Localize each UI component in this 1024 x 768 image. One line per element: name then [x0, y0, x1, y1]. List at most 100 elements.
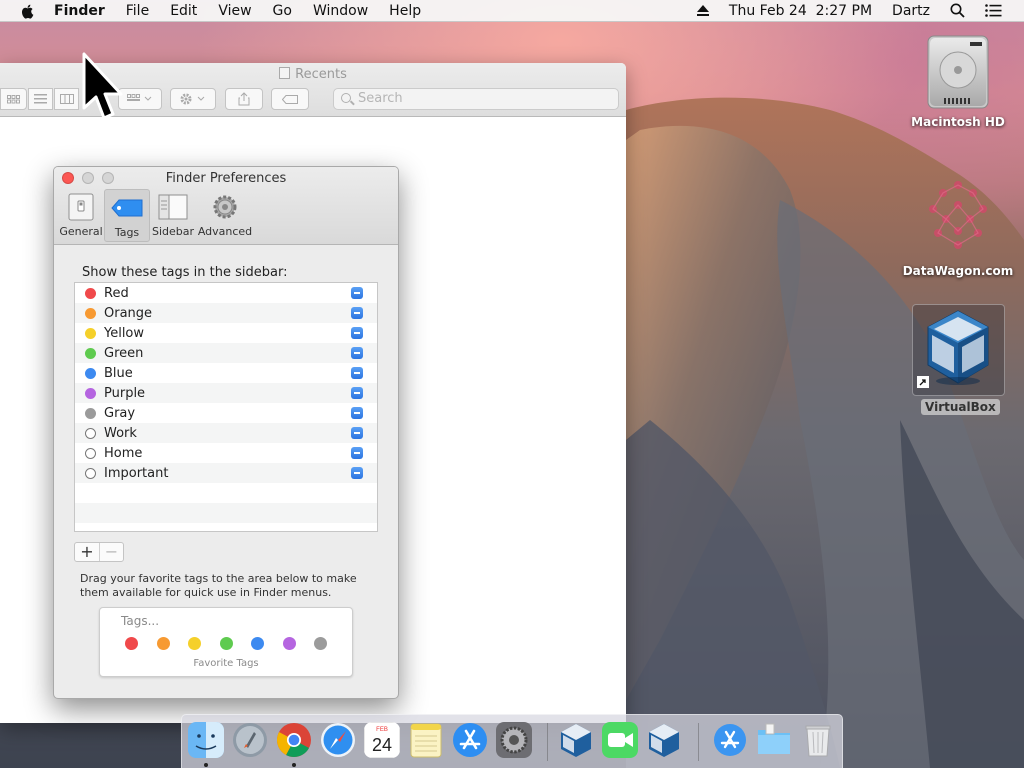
tags-button[interactable]: [271, 88, 309, 110]
tag-checkbox[interactable]: [351, 307, 363, 319]
tag-label: Important: [104, 465, 169, 481]
tag-icon: [111, 199, 143, 217]
safari-icon[interactable]: [320, 722, 356, 758]
favorite-tag-gray[interactable]: [314, 637, 327, 650]
chrome-icon[interactable]: [276, 722, 312, 758]
menu-go[interactable]: Go: [273, 3, 292, 19]
tag-row-red[interactable]: Red: [75, 283, 377, 303]
facetime-icon[interactable]: [602, 722, 638, 758]
menu-user[interactable]: Dartz: [892, 3, 930, 19]
menu-bar: Finder File Edit View Go Window Help Thu…: [0, 0, 1024, 22]
favorite-tag-green[interactable]: [219, 637, 233, 650]
tag-label: Purple: [104, 385, 146, 401]
column-view-button[interactable]: [54, 88, 79, 110]
tag-row-important[interactable]: Important: [75, 463, 377, 483]
favorite-tags-area[interactable]: Tags... Favorite Tags: [99, 607, 353, 677]
menu-app-finder[interactable]: Finder: [54, 3, 105, 19]
tag-row-home[interactable]: Home: [75, 443, 377, 463]
desktop-icon-datawagon[interactable]: DataWagon.com: [902, 175, 1014, 278]
prefs-titlebar: Finder Preferences General Tags Sidebar …: [54, 167, 398, 245]
tag-checkbox[interactable]: [351, 447, 363, 459]
tag-checkbox[interactable]: [351, 407, 363, 419]
group-view-button[interactable]: [118, 88, 162, 110]
eject-icon[interactable]: [696, 5, 709, 16]
calendar-day: 24: [372, 735, 392, 755]
tag-row-blue[interactable]: Blue: [75, 363, 377, 383]
tag-row-work[interactable]: Work: [75, 423, 377, 443]
tag-label: Blue: [104, 365, 133, 381]
finder-icon[interactable]: [188, 722, 224, 758]
remove-tag-button[interactable]: −: [98, 543, 123, 561]
tab-general[interactable]: General: [58, 189, 104, 242]
gear-icon: [180, 93, 205, 105]
search-field-icon: [341, 93, 351, 103]
search-icon[interactable]: [950, 3, 965, 18]
favorites-hint: Drag your favorite tags to the area belo…: [80, 572, 357, 599]
tab-advanced[interactable]: Advanced: [196, 189, 254, 242]
favorite-tags-placeholder: Tags...: [121, 614, 160, 628]
notes-icon[interactable]: [408, 722, 444, 758]
system-preferences-icon[interactable]: [496, 722, 532, 758]
menu-help[interactable]: Help: [389, 3, 421, 19]
action-menu-button[interactable]: [170, 88, 216, 110]
tag-row-orange[interactable]: Orange: [75, 303, 377, 323]
tag-label: Work: [104, 425, 137, 441]
add-tag-button[interactable]: +: [75, 543, 99, 561]
tag-checkbox[interactable]: [351, 467, 363, 479]
datawagon-icon: [929, 181, 987, 249]
favorite-tag-orange[interactable]: [156, 637, 170, 650]
list-icon[interactable]: [985, 4, 1002, 17]
tag-checkbox[interactable]: [351, 287, 363, 299]
app-store-icon[interactable]: [452, 722, 488, 758]
desktop-icon-label: Macintosh HD: [911, 115, 1005, 129]
tag-checkbox[interactable]: [351, 327, 363, 339]
favorite-tag-blue[interactable]: [251, 637, 264, 650]
search-field[interactable]: Search: [333, 88, 619, 110]
favorite-tag-dots: [125, 637, 346, 650]
desktop-icon-macintosh-hd[interactable]: Macintosh HD: [908, 32, 1008, 129]
favorite-tag-red[interactable]: [125, 637, 138, 650]
tab-general-label: General: [59, 225, 103, 238]
tag-checkbox[interactable]: [351, 347, 363, 359]
favorite-tag-purple[interactable]: [282, 637, 296, 650]
tag-row-purple[interactable]: Purple: [75, 383, 377, 403]
tag-checkbox[interactable]: [351, 367, 363, 379]
group-view-icon: [127, 94, 152, 101]
tab-sidebar[interactable]: Sidebar: [150, 189, 196, 242]
tag-checkbox[interactable]: [351, 387, 363, 399]
list-view-button[interactable]: [28, 88, 53, 110]
icon-view-button[interactable]: [0, 88, 27, 110]
favorite-tag-yellow[interactable]: [188, 637, 201, 650]
menu-file[interactable]: File: [126, 3, 149, 19]
tag-empty-dot: [85, 427, 96, 439]
add-remove-control: + −: [74, 542, 124, 562]
tag-color-dot: [85, 307, 96, 319]
tab-tags[interactable]: Tags: [104, 189, 150, 242]
apple-icon[interactable]: [20, 3, 36, 19]
menu-edit[interactable]: Edit: [170, 3, 197, 19]
virtualbox-icon[interactable]: [558, 722, 594, 758]
tag-checkbox[interactable]: [351, 427, 363, 439]
trash-icon[interactable]: [800, 722, 836, 758]
virtualbox-desktop-label: VirtualBox: [921, 399, 1000, 415]
menu-window[interactable]: Window: [313, 3, 368, 19]
share-button[interactable]: [225, 88, 263, 110]
downloads-folder-icon[interactable]: [756, 722, 792, 758]
list-view-icon: [34, 94, 47, 104]
tags-section-label: Show these tags in the sidebar:: [82, 265, 288, 280]
applications-folder-icon[interactable]: [712, 722, 748, 758]
menu-view[interactable]: View: [218, 3, 251, 19]
tag-row-green[interactable]: Green: [75, 343, 377, 363]
tags-list[interactable]: Red Orange Yellow Green Blue Purple Gray…: [74, 282, 378, 532]
launchpad-icon[interactable]: [232, 722, 268, 758]
menu-clock[interactable]: Thu Feb 24 2:27 PM: [729, 3, 872, 19]
finder-preferences-window: Finder Preferences General Tags Sidebar …: [53, 166, 399, 699]
tag-row-yellow[interactable]: Yellow: [75, 323, 377, 343]
calendar-icon[interactable]: FEB 24: [364, 722, 400, 758]
desktop-icon-virtualbox[interactable]: [918, 307, 998, 390]
dock-separator: [547, 723, 548, 761]
virtualbox-icon[interactable]: [646, 722, 682, 758]
tag-row-gray[interactable]: Gray: [75, 403, 377, 423]
dock-separator: [698, 723, 699, 761]
running-indicator: [204, 763, 208, 767]
